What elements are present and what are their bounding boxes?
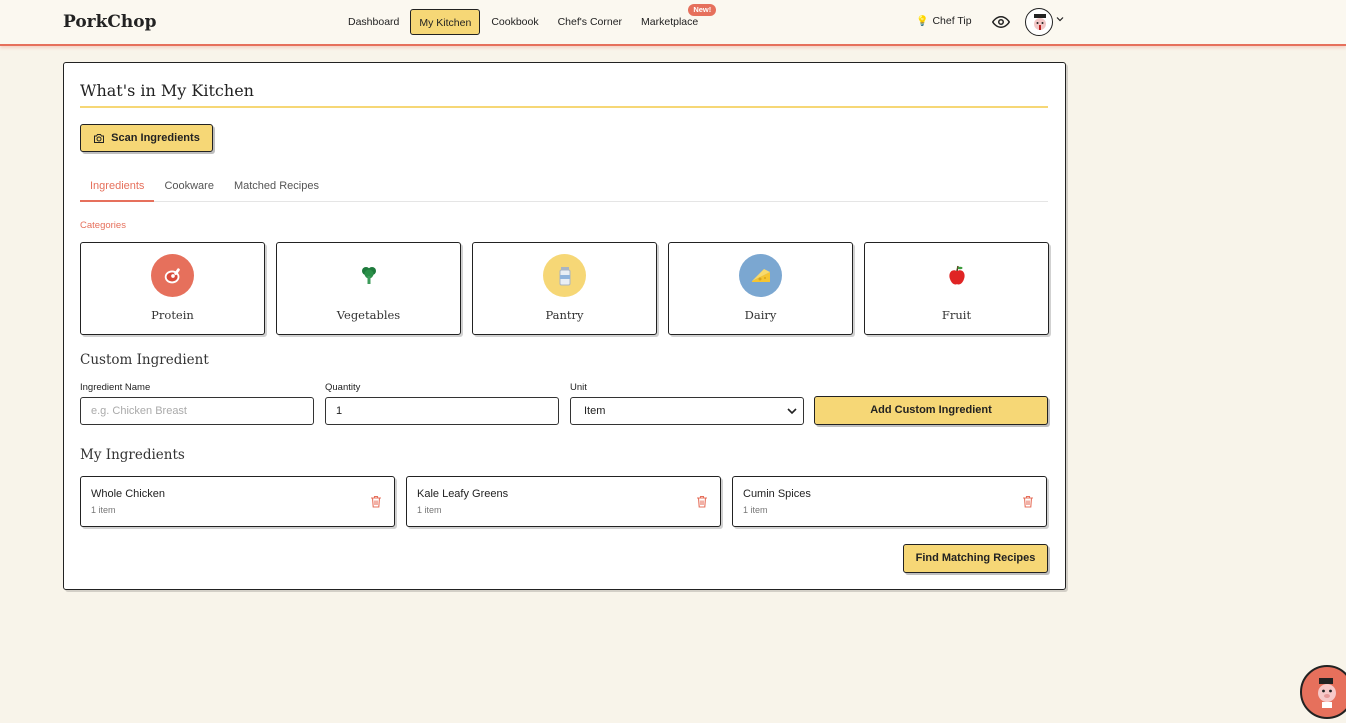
quantity-label: Quantity (325, 382, 361, 393)
new-badge: New! (688, 4, 717, 16)
category-dairy[interactable]: Dairy (668, 242, 853, 335)
user-avatar[interactable] (1025, 8, 1053, 36)
category-label: Protein (151, 308, 194, 322)
chevron-down-icon[interactable] (1055, 14, 1065, 24)
title-divider (80, 106, 1048, 108)
ingredient-name: Kale Leafy Greens (417, 488, 509, 500)
tab-cookware[interactable]: Cookware (154, 173, 224, 202)
trash-icon[interactable] (1022, 495, 1034, 508)
kitchen-tabs: Ingredients Cookware Matched Recipes (80, 173, 1048, 202)
chef-tip-label: Chef Tip (932, 15, 972, 27)
chef-assistant-button[interactable] (1300, 665, 1346, 719)
chef-tip-button[interactable]: 💡 Chef Tip (916, 15, 972, 27)
lightbulb-icon: 💡 (916, 15, 929, 27)
ingredient-name-input[interactable]: e.g. Chicken Breast (80, 397, 314, 425)
main-nav: Dashboard My Kitchen Cookbook Chef's Cor… (340, 4, 717, 35)
jar-icon (543, 254, 586, 297)
camera-icon (94, 133, 105, 143)
trash-icon[interactable] (696, 495, 708, 508)
ingredient-name: Cumin Spices (743, 488, 811, 500)
category-protein[interactable]: Protein (80, 242, 265, 335)
unit-select[interactable]: Item (570, 397, 804, 425)
chevron-down-icon (787, 408, 797, 415)
unit-select-value: Item (584, 405, 606, 417)
category-label: Fruit (941, 308, 972, 322)
nav-marketplace[interactable]: Marketplace New! (633, 4, 717, 35)
avatar-face-icon (1034, 14, 1046, 30)
add-custom-ingredient-button[interactable]: Add Custom Ingredient (814, 396, 1048, 425)
find-matching-recipes-button[interactable]: Find Matching Recipes (903, 544, 1048, 573)
chef-mascot-icon (1318, 678, 1336, 708)
category-fruit[interactable]: Fruit (864, 242, 1049, 335)
nav-my-kitchen[interactable]: My Kitchen (410, 9, 481, 35)
nav-marketplace-label: Marketplace (641, 16, 699, 28)
page-title: What's in My Kitchen (80, 81, 254, 100)
apple-icon (935, 254, 978, 297)
category-pantry[interactable]: Pantry (472, 242, 657, 335)
category-vegetables[interactable]: Vegetables (276, 242, 461, 335)
scan-ingredients-button[interactable]: Scan Ingredients (80, 124, 213, 152)
ingredient-card: Whole Chicken 1 item (80, 476, 395, 527)
nav-dashboard[interactable]: Dashboard (340, 9, 407, 35)
meat-icon (151, 254, 194, 297)
top-navbar: PorkChop Dashboard My Kitchen Cookbook C… (0, 0, 1346, 46)
ingredient-name: Whole Chicken (91, 488, 165, 500)
ingredient-quantity: 1 item (743, 505, 768, 515)
tab-matched-recipes[interactable]: Matched Recipes (224, 173, 329, 202)
cheese-icon (739, 254, 782, 297)
nav-chefs-corner[interactable]: Chef's Corner (550, 9, 630, 35)
trash-icon[interactable] (370, 495, 382, 508)
ingredient-card: Kale Leafy Greens 1 item (406, 476, 721, 527)
brand-logo[interactable]: PorkChop (63, 12, 157, 32)
kitchen-card: What's in My Kitchen Scan Ingredients In… (63, 62, 1066, 590)
nav-cookbook[interactable]: Cookbook (483, 9, 546, 35)
category-label: Dairy (744, 308, 777, 322)
ingredient-name-label: Ingredient Name (80, 382, 151, 393)
tab-ingredients[interactable]: Ingredients (80, 173, 155, 202)
ingredient-quantity: 1 item (91, 505, 116, 515)
my-ingredients-heading: My Ingredients (80, 447, 185, 463)
category-label: Vegetables (336, 308, 401, 322)
broccoli-icon (347, 254, 390, 297)
categories-label: Categories (80, 220, 126, 231)
scan-ingredients-label: Scan Ingredients (111, 132, 200, 144)
ingredient-card: Cumin Spices 1 item (732, 476, 1047, 527)
eye-icon[interactable] (992, 13, 1010, 31)
my-ingredients-list: Whole Chicken 1 item Kale Leafy Greens 1… (80, 476, 1047, 527)
ingredient-quantity: 1 item (417, 505, 442, 515)
category-label: Pantry (545, 308, 584, 322)
quantity-input[interactable]: 1 (325, 397, 559, 425)
category-list: Protein Vegetables Pantry Dairy Fruit (80, 242, 1049, 335)
unit-label: Unit (570, 382, 587, 393)
custom-ingredient-heading: Custom Ingredient (80, 352, 209, 368)
